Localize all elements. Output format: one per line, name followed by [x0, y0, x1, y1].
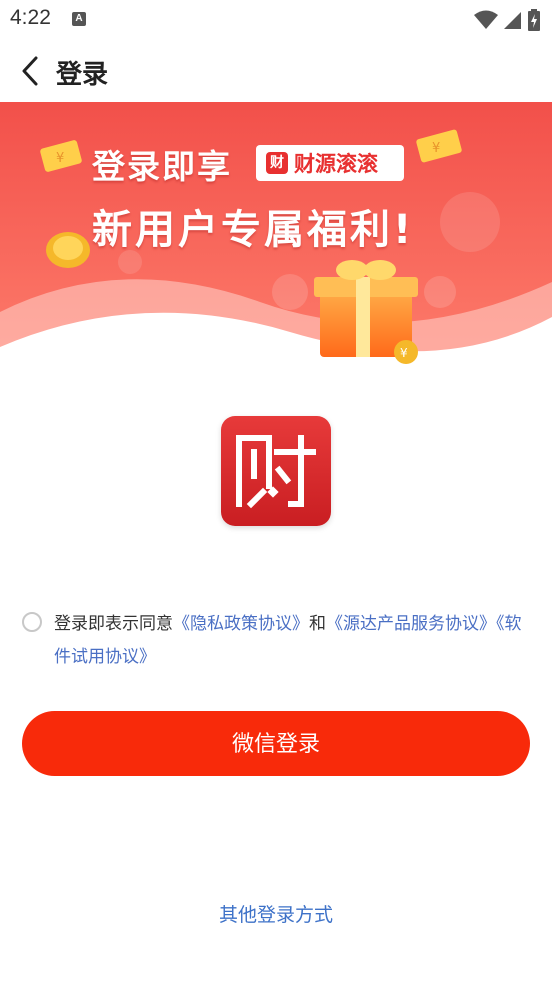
wechat-login-button[interactable]: 微信登录 — [22, 711, 530, 776]
promo-banner: ¥ ¥ ¥ 登录即享 财 财源滚滚 新用户专属福利! — [0, 102, 552, 402]
banner-headline: 登录即享 — [92, 147, 232, 186]
brand-badge: 财 财源滚滚 — [256, 145, 404, 181]
service-agreement-link[interactable]: 《源达产品服务协议》 — [326, 614, 496, 634]
other-login-link[interactable]: 其他登录方式 — [0, 900, 552, 927]
svg-text:¥: ¥ — [400, 346, 408, 360]
svg-text:¥: ¥ — [56, 151, 64, 166]
agreement-text: 登录即表示同意《隐私政策协议》和《源达产品服务协议》《软件试用协议》 — [54, 608, 534, 674]
banner-subheadline: 新用户专属福利! — [92, 207, 415, 253]
status-bar: 4:22 A — [0, 0, 552, 40]
agreement-prefix: 登录即表示同意 — [54, 614, 173, 634]
chevron-left-icon[interactable] — [14, 54, 48, 88]
agreement-radio[interactable] — [22, 612, 42, 632]
svg-text:¥: ¥ — [432, 141, 440, 156]
brand-name: 财源滚滚 — [294, 152, 378, 176]
app-logo-icon — [221, 416, 331, 526]
notification-a-icon: A — [72, 12, 86, 26]
header: 登录 — [0, 40, 552, 102]
wifi-icon — [474, 10, 498, 29]
battery-icon — [528, 9, 540, 31]
status-icons — [474, 9, 540, 31]
page-title: 登录 — [56, 60, 109, 90]
status-time: 4:22 — [10, 6, 51, 29]
privacy-policy-link[interactable]: 《隐私政策协议》 — [173, 614, 309, 634]
agreement-conjunction: 和 — [309, 614, 326, 634]
brand-logo-icon: 财 — [266, 152, 288, 174]
app-logo-glyph — [236, 435, 316, 509]
signal-icon — [504, 12, 521, 29]
